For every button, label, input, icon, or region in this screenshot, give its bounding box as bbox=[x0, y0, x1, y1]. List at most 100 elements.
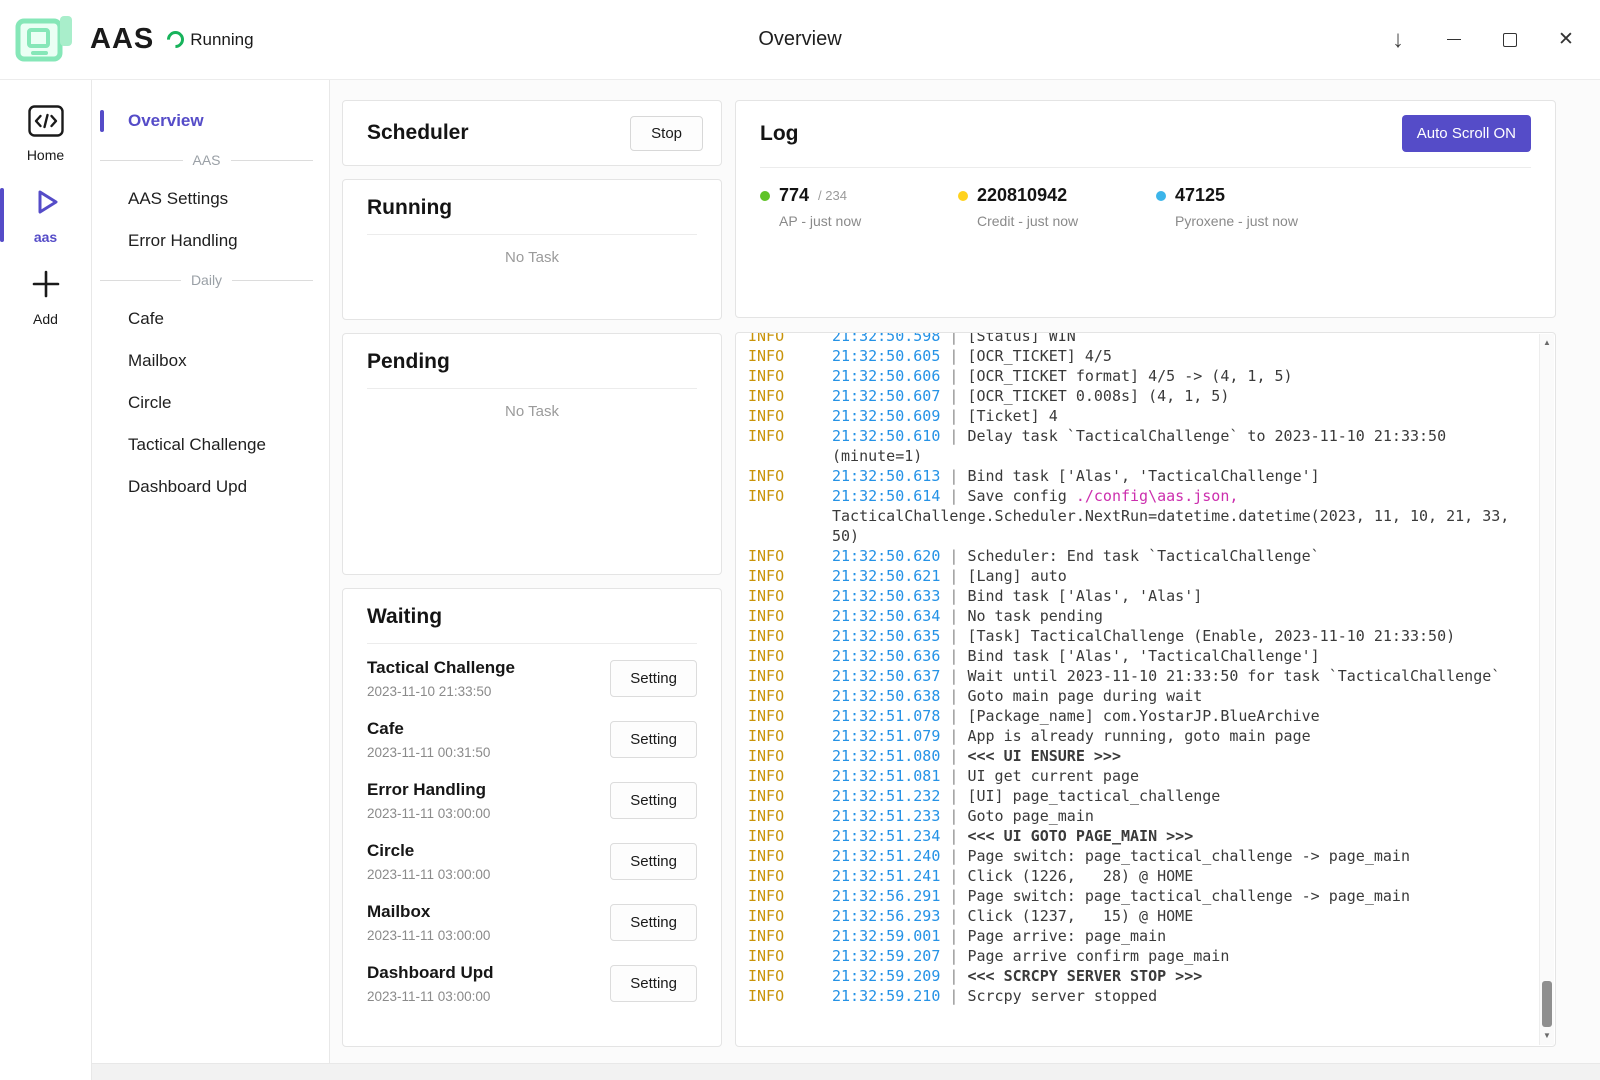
log-level: INFO bbox=[748, 846, 832, 866]
horizontal-scrollbar[interactable] bbox=[92, 1063, 1600, 1080]
task-setting-button[interactable]: Setting bbox=[610, 965, 697, 1002]
log-message: 21:32:50.634 | No task pending bbox=[832, 606, 1511, 626]
log-message: 21:32:50.607 | [OCR_TICKET 0.008s] (4, 1… bbox=[832, 386, 1511, 406]
task-setting-button[interactable]: Setting bbox=[610, 904, 697, 941]
log-vertical-scrollbar[interactable]: ▲ ▼ bbox=[1539, 334, 1554, 1045]
log-message: 21:32:50.636 | Bind task ['Alas', 'Tacti… bbox=[832, 646, 1511, 666]
log-line: INFO 21:32:50.613 | Bind task ['Alas', '… bbox=[748, 466, 1511, 486]
log-line: INFO 21:32:50.633 | Bind task ['Alas', '… bbox=[748, 586, 1511, 606]
log-line: INFO 21:32:56.293 | Click (1237, 15) @ H… bbox=[748, 906, 1511, 926]
scroll-up-arrow-icon[interactable]: ▲ bbox=[1540, 336, 1554, 350]
log-card: Log Auto Scroll ON 774 / 234 AP - just n… bbox=[735, 100, 1556, 318]
log-line: INFO 21:32:50.610 | Delay task `Tactical… bbox=[748, 426, 1511, 466]
task-name: Cafe bbox=[367, 719, 490, 739]
window-title: Overview bbox=[758, 28, 841, 51]
log-message: 21:32:50.638 | Goto main page during wai… bbox=[832, 686, 1511, 706]
log-level: INFO bbox=[748, 626, 832, 646]
log-message: 21:32:51.241 | Click (1226, 28) @ HOME bbox=[832, 866, 1511, 886]
log-line: INFO 21:32:51.240 | Page switch: page_ta… bbox=[748, 846, 1511, 866]
sidebar-item-label: Overview bbox=[128, 111, 204, 130]
stat-dot-icon bbox=[760, 191, 770, 201]
stat-suffix: / 234 bbox=[818, 188, 847, 203]
sidebar-item-circle[interactable]: Circle bbox=[92, 382, 329, 424]
log-line: INFO 21:32:50.637 | Wait until 2023-11-1… bbox=[748, 666, 1511, 686]
task-name: Error Handling bbox=[367, 780, 490, 800]
log-message: 21:32:51.232 | [UI] page_tactical_challe… bbox=[832, 786, 1511, 806]
log-message: 21:32:50.610 | Delay task `TacticalChall… bbox=[832, 426, 1511, 466]
log-level: INFO bbox=[748, 826, 832, 846]
rail-item-aas[interactable]: aas bbox=[0, 174, 91, 256]
plus-icon bbox=[29, 267, 63, 306]
rail-home-label: Home bbox=[27, 147, 64, 163]
sidebar-item-cafe[interactable]: Cafe bbox=[92, 298, 329, 340]
stat-dot-icon bbox=[1156, 191, 1166, 201]
task-time: 2023-11-10 21:33:50 bbox=[367, 684, 515, 699]
task-setting-button[interactable]: Setting bbox=[610, 782, 697, 819]
scheduler-stop-button[interactable]: Stop bbox=[630, 116, 703, 151]
stat-value: 220810942 bbox=[977, 185, 1067, 206]
sidebar-item-label: Error Handling bbox=[128, 231, 238, 250]
app-logo-icon bbox=[14, 13, 76, 67]
log-message: 21:32:50.620 | Scheduler: End task `Tact… bbox=[832, 546, 1511, 566]
rail-add-label: Add bbox=[33, 311, 58, 327]
log-level: INFO bbox=[748, 346, 832, 366]
log-level: INFO bbox=[748, 746, 832, 766]
waiting-card: Waiting Tactical Challenge 2023-11-10 21… bbox=[342, 588, 722, 1047]
waiting-title: Waiting bbox=[367, 605, 697, 629]
main-area: Scheduler Stop Running No Task Pending N… bbox=[330, 80, 1600, 1063]
scheduler-title: Scheduler bbox=[367, 121, 469, 145]
maximize-button[interactable] bbox=[1482, 0, 1538, 79]
sidebar-section-divider: Daily bbox=[92, 262, 329, 298]
sidebar-item-error-handling[interactable]: Error Handling bbox=[92, 220, 329, 262]
task-setting-button[interactable]: Setting bbox=[610, 721, 697, 758]
sidebar-item-tactical-challenge[interactable]: Tactical Challenge bbox=[92, 424, 329, 466]
log-line: INFO 21:32:50.614 | Save config ./config… bbox=[748, 486, 1511, 546]
scroll-down-arrow-icon[interactable]: ▼ bbox=[1540, 1029, 1554, 1043]
sidebar-item-mailbox[interactable]: Mailbox bbox=[92, 340, 329, 382]
log-line: INFO 21:32:50.635 | [Task] TacticalChall… bbox=[748, 626, 1511, 646]
log-level: INFO bbox=[748, 806, 832, 826]
log-line: INFO 21:32:50.621 | [Lang] auto bbox=[748, 566, 1511, 586]
task-time: 2023-11-11 03:00:00 bbox=[367, 989, 494, 1004]
log-level: INFO bbox=[748, 426, 832, 466]
minimize-button[interactable] bbox=[1426, 0, 1482, 79]
close-button[interactable]: ✕ bbox=[1538, 0, 1594, 79]
sidebar-section-label: AAS bbox=[193, 152, 221, 168]
log-level: INFO bbox=[748, 646, 832, 666]
log-message: 21:32:50.605 | [OCR_TICKET] 4/5 bbox=[832, 346, 1511, 366]
log-level: INFO bbox=[748, 606, 832, 626]
scrollbar-thumb[interactable] bbox=[1542, 981, 1552, 1027]
sidebar-item-label: AAS Settings bbox=[128, 189, 228, 208]
log-stat: 774 / 234 AP - just now bbox=[760, 185, 958, 229]
task-time: 2023-11-11 00:31:50 bbox=[367, 745, 490, 760]
task-setting-button[interactable]: Setting bbox=[610, 660, 697, 697]
sidebar-item-dashboard-upd[interactable]: Dashboard Upd bbox=[92, 466, 329, 508]
log-message: 21:32:50.606 | [OCR_TICKET format] 4/5 -… bbox=[832, 366, 1511, 386]
log-column: Log Auto Scroll ON 774 / 234 AP - just n… bbox=[735, 100, 1556, 1047]
sidebar-item-overview[interactable]: Overview bbox=[92, 100, 329, 142]
log-level: INFO bbox=[748, 686, 832, 706]
auto-scroll-button[interactable]: Auto Scroll ON bbox=[1402, 115, 1531, 152]
sidebar-item-aas-settings[interactable]: AAS Settings bbox=[92, 178, 329, 220]
task-setting-button[interactable]: Setting bbox=[610, 843, 697, 880]
log-line: INFO 21:32:51.232 | [UI] page_tactical_c… bbox=[748, 786, 1511, 806]
rail-item-add[interactable]: Add bbox=[0, 256, 91, 338]
sidebar-section-divider: AAS bbox=[92, 142, 329, 178]
rail-item-home[interactable]: Home bbox=[0, 94, 91, 174]
log-level: INFO bbox=[748, 566, 832, 586]
log-level: INFO bbox=[748, 886, 832, 906]
log-level: INFO bbox=[748, 486, 832, 546]
stat-caption: AP - just now bbox=[760, 213, 958, 229]
log-line: INFO 21:32:50.607 | [OCR_TICKET 0.008s] … bbox=[748, 386, 1511, 406]
log-message: 21:32:50.613 | Bind task ['Alas', 'Tacti… bbox=[832, 466, 1511, 486]
log-line: INFO 21:32:51.241 | Click (1226, 28) @ H… bbox=[748, 866, 1511, 886]
log-level: INFO bbox=[748, 786, 832, 806]
stat-value: 774 bbox=[779, 185, 809, 206]
sidebar-item-label: Tactical Challenge bbox=[128, 435, 266, 454]
log-level: INFO bbox=[748, 706, 832, 726]
log-level: INFO bbox=[748, 666, 832, 686]
log-message: 21:32:51.081 | UI get current page bbox=[832, 766, 1511, 786]
log-line: INFO 21:32:51.079 | App is already runni… bbox=[748, 726, 1511, 746]
download-arrow-button[interactable]: ↓ bbox=[1370, 0, 1426, 79]
log-message: 21:32:50.637 | Wait until 2023-11-10 21:… bbox=[832, 666, 1511, 686]
